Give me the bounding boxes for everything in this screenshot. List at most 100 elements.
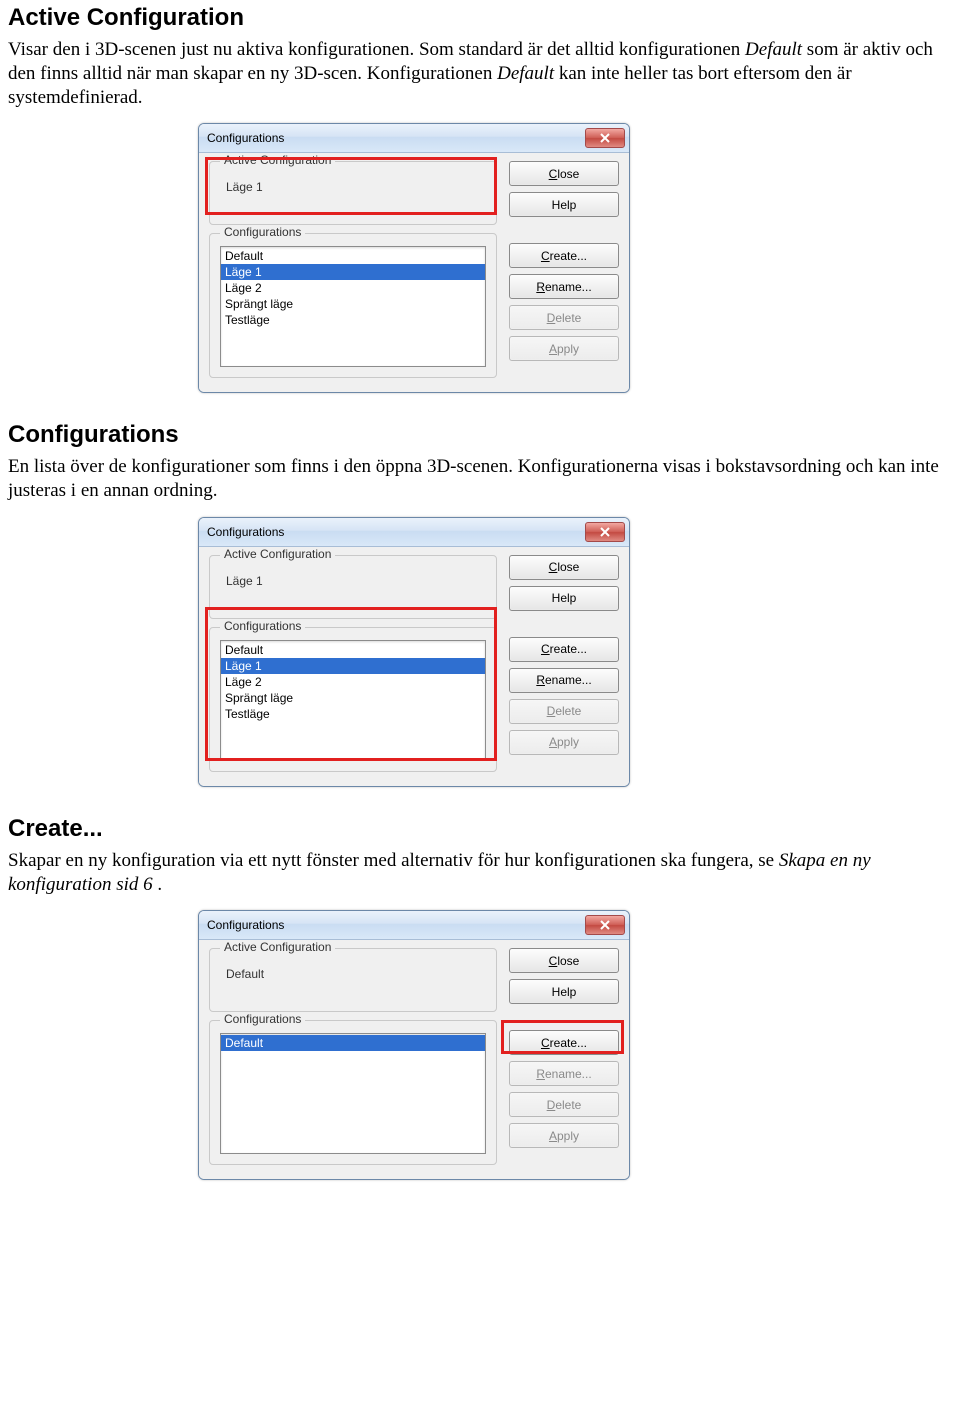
text: reate...: [550, 249, 587, 263]
text: lose: [557, 167, 579, 181]
list-item[interactable]: Läge 2: [221, 674, 485, 690]
text: elete: [555, 1098, 581, 1112]
group-label: Active Configuration: [220, 153, 335, 167]
text: C: [541, 642, 550, 656]
text: Help: [552, 985, 577, 999]
text: .: [157, 874, 162, 895]
delete-button: Delete: [509, 305, 619, 330]
group-label: Configurations: [220, 1012, 305, 1026]
list-item[interactable]: Default: [221, 248, 485, 264]
text: Help: [552, 591, 577, 605]
text: R: [536, 673, 545, 687]
list-item[interactable]: Sprängt läge: [221, 690, 485, 706]
heading-configurations: Configurations: [8, 421, 952, 449]
group-configurations: Configurations DefaultLäge 1Läge 2Spräng…: [209, 233, 497, 378]
text: lose: [557, 560, 579, 574]
dialog-titlebar[interactable]: Configurations: [199, 124, 629, 153]
group-configurations: Configurations Default: [209, 1020, 497, 1165]
text: D: [547, 1098, 556, 1112]
dialog-title: Configurations: [207, 918, 585, 932]
close-button[interactable]: Close: [509, 161, 619, 186]
create-button[interactable]: Create...: [509, 637, 619, 662]
text: A: [549, 1129, 557, 1143]
text: pply: [557, 342, 579, 356]
text: reate...: [550, 1036, 587, 1050]
text: pply: [557, 1129, 579, 1143]
active-configuration-value: Läge 1: [220, 174, 486, 196]
apply-button: Apply: [509, 1123, 619, 1148]
close-button[interactable]: Close: [509, 948, 619, 973]
configurations-listbox[interactable]: DefaultLäge 1Läge 2Sprängt lägeTestläge: [220, 640, 486, 761]
text: C: [541, 1036, 550, 1050]
text: A: [549, 342, 557, 356]
text: A: [549, 735, 557, 749]
list-item[interactable]: Testläge: [221, 312, 485, 328]
window-close-button[interactable]: [585, 522, 625, 542]
apply-button: Apply: [509, 336, 619, 361]
active-configuration-value: Läge 1: [220, 568, 486, 590]
delete-button: Delete: [509, 699, 619, 724]
list-item[interactable]: Default: [221, 1035, 485, 1051]
group-label: Configurations: [220, 619, 305, 633]
close-icon: [599, 920, 611, 930]
configurations-listbox[interactable]: Default: [220, 1033, 486, 1154]
list-item[interactable]: Default: [221, 642, 485, 658]
text: ename...: [545, 673, 592, 687]
group-active-configuration: Active Configuration Läge 1: [209, 161, 497, 225]
paragraph: Skapar en ny konfiguration via ett nytt …: [8, 849, 952, 897]
configurations-dialog: Configurations Active Configuration Läge…: [198, 517, 630, 787]
text: lose: [557, 954, 579, 968]
dialog-titlebar[interactable]: Configurations: [199, 518, 629, 547]
active-configuration-value: Default: [220, 961, 486, 983]
list-item[interactable]: Sprängt läge: [221, 296, 485, 312]
configurations-dialog: Configurations Active Configuration Läge…: [198, 123, 630, 393]
text: C: [541, 249, 550, 263]
create-button[interactable]: Create...: [509, 1030, 619, 1055]
heading-active-configuration: Active Configuration: [8, 4, 952, 32]
list-item[interactable]: Läge 2: [221, 280, 485, 296]
dialog-titlebar[interactable]: Configurations: [199, 911, 629, 940]
group-label: Active Configuration: [220, 547, 335, 561]
group-label: Configurations: [220, 225, 305, 239]
text: ename...: [545, 1067, 592, 1081]
text: pply: [557, 735, 579, 749]
dialog-title: Configurations: [207, 525, 585, 539]
rename-button[interactable]: Rename...: [509, 668, 619, 693]
paragraph: Visar den i 3D-scenen just nu aktiva kon…: [8, 38, 952, 109]
text: Visar den i 3D-scenen just nu aktiva kon…: [8, 39, 745, 60]
help-button[interactable]: Help: [509, 192, 619, 217]
text: R: [536, 280, 545, 294]
apply-button: Apply: [509, 730, 619, 755]
close-icon: [599, 133, 611, 143]
paragraph: En lista över de konfigurationer som fin…: [8, 455, 952, 503]
text: Help: [552, 198, 577, 212]
group-configurations: Configurations DefaultLäge 1Läge 2Spräng…: [209, 627, 497, 772]
text-italic: Default: [497, 63, 554, 84]
text: D: [547, 311, 556, 325]
text: R: [536, 1067, 545, 1081]
text: elete: [555, 704, 581, 718]
help-button[interactable]: Help: [509, 586, 619, 611]
list-item[interactable]: Testläge: [221, 706, 485, 722]
text: reate...: [550, 642, 587, 656]
list-item[interactable]: Läge 1: [221, 264, 485, 280]
configurations-dialog: Configurations Active Configuration Defa…: [198, 910, 630, 1180]
rename-button[interactable]: Rename...: [509, 274, 619, 299]
text-italic: Default: [745, 39, 802, 60]
window-close-button[interactable]: [585, 915, 625, 935]
window-close-button[interactable]: [585, 128, 625, 148]
create-button[interactable]: Create...: [509, 243, 619, 268]
close-button[interactable]: Close: [509, 555, 619, 580]
text: Skapar en ny konfiguration via ett nytt …: [8, 850, 779, 871]
configurations-listbox[interactable]: DefaultLäge 1Läge 2Sprängt lägeTestläge: [220, 246, 486, 367]
text: ename...: [545, 280, 592, 294]
dialog-title: Configurations: [207, 131, 585, 145]
text: elete: [555, 311, 581, 325]
rename-button: Rename...: [509, 1061, 619, 1086]
delete-button: Delete: [509, 1092, 619, 1117]
list-item[interactable]: Läge 1: [221, 658, 485, 674]
help-button[interactable]: Help: [509, 979, 619, 1004]
group-active-configuration: Active Configuration Läge 1: [209, 555, 497, 619]
heading-create: Create...: [8, 815, 952, 843]
group-active-configuration: Active Configuration Default: [209, 948, 497, 1012]
